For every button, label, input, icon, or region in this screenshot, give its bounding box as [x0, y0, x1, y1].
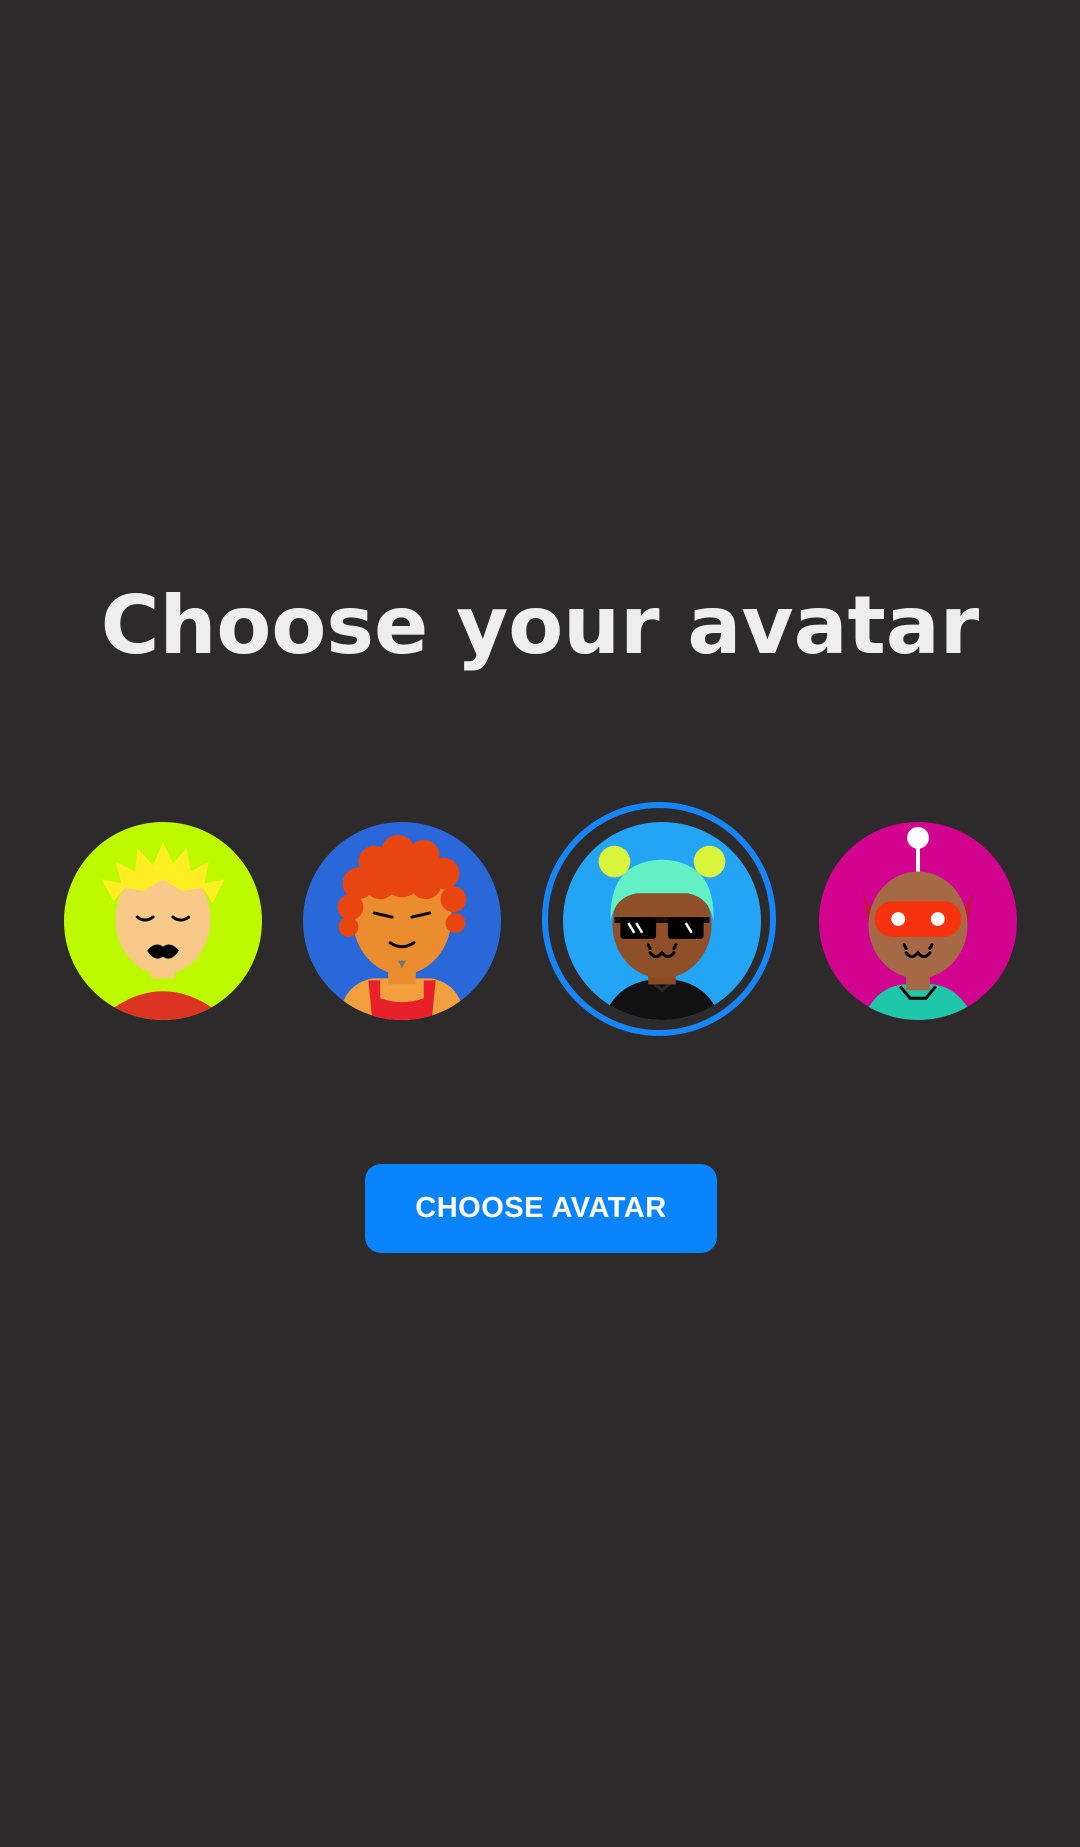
avatar-blonde-icon: [64, 822, 262, 1020]
avatar-option-1[interactable]: [64, 822, 262, 1020]
choose-avatar-button[interactable]: CHOOSE AVATAR: [365, 1164, 717, 1253]
avatar-list: [0, 800, 1080, 1040]
avatar-option-4[interactable]: [819, 822, 1017, 1020]
avatar-option-2[interactable]: [303, 822, 501, 1020]
avatar-selection-ring: [542, 802, 776, 1036]
page-title: Choose your avatar: [100, 579, 980, 672]
avatar-robot-mask-icon: [819, 822, 1017, 1020]
avatar-curly-red-hair-icon: [303, 822, 501, 1020]
